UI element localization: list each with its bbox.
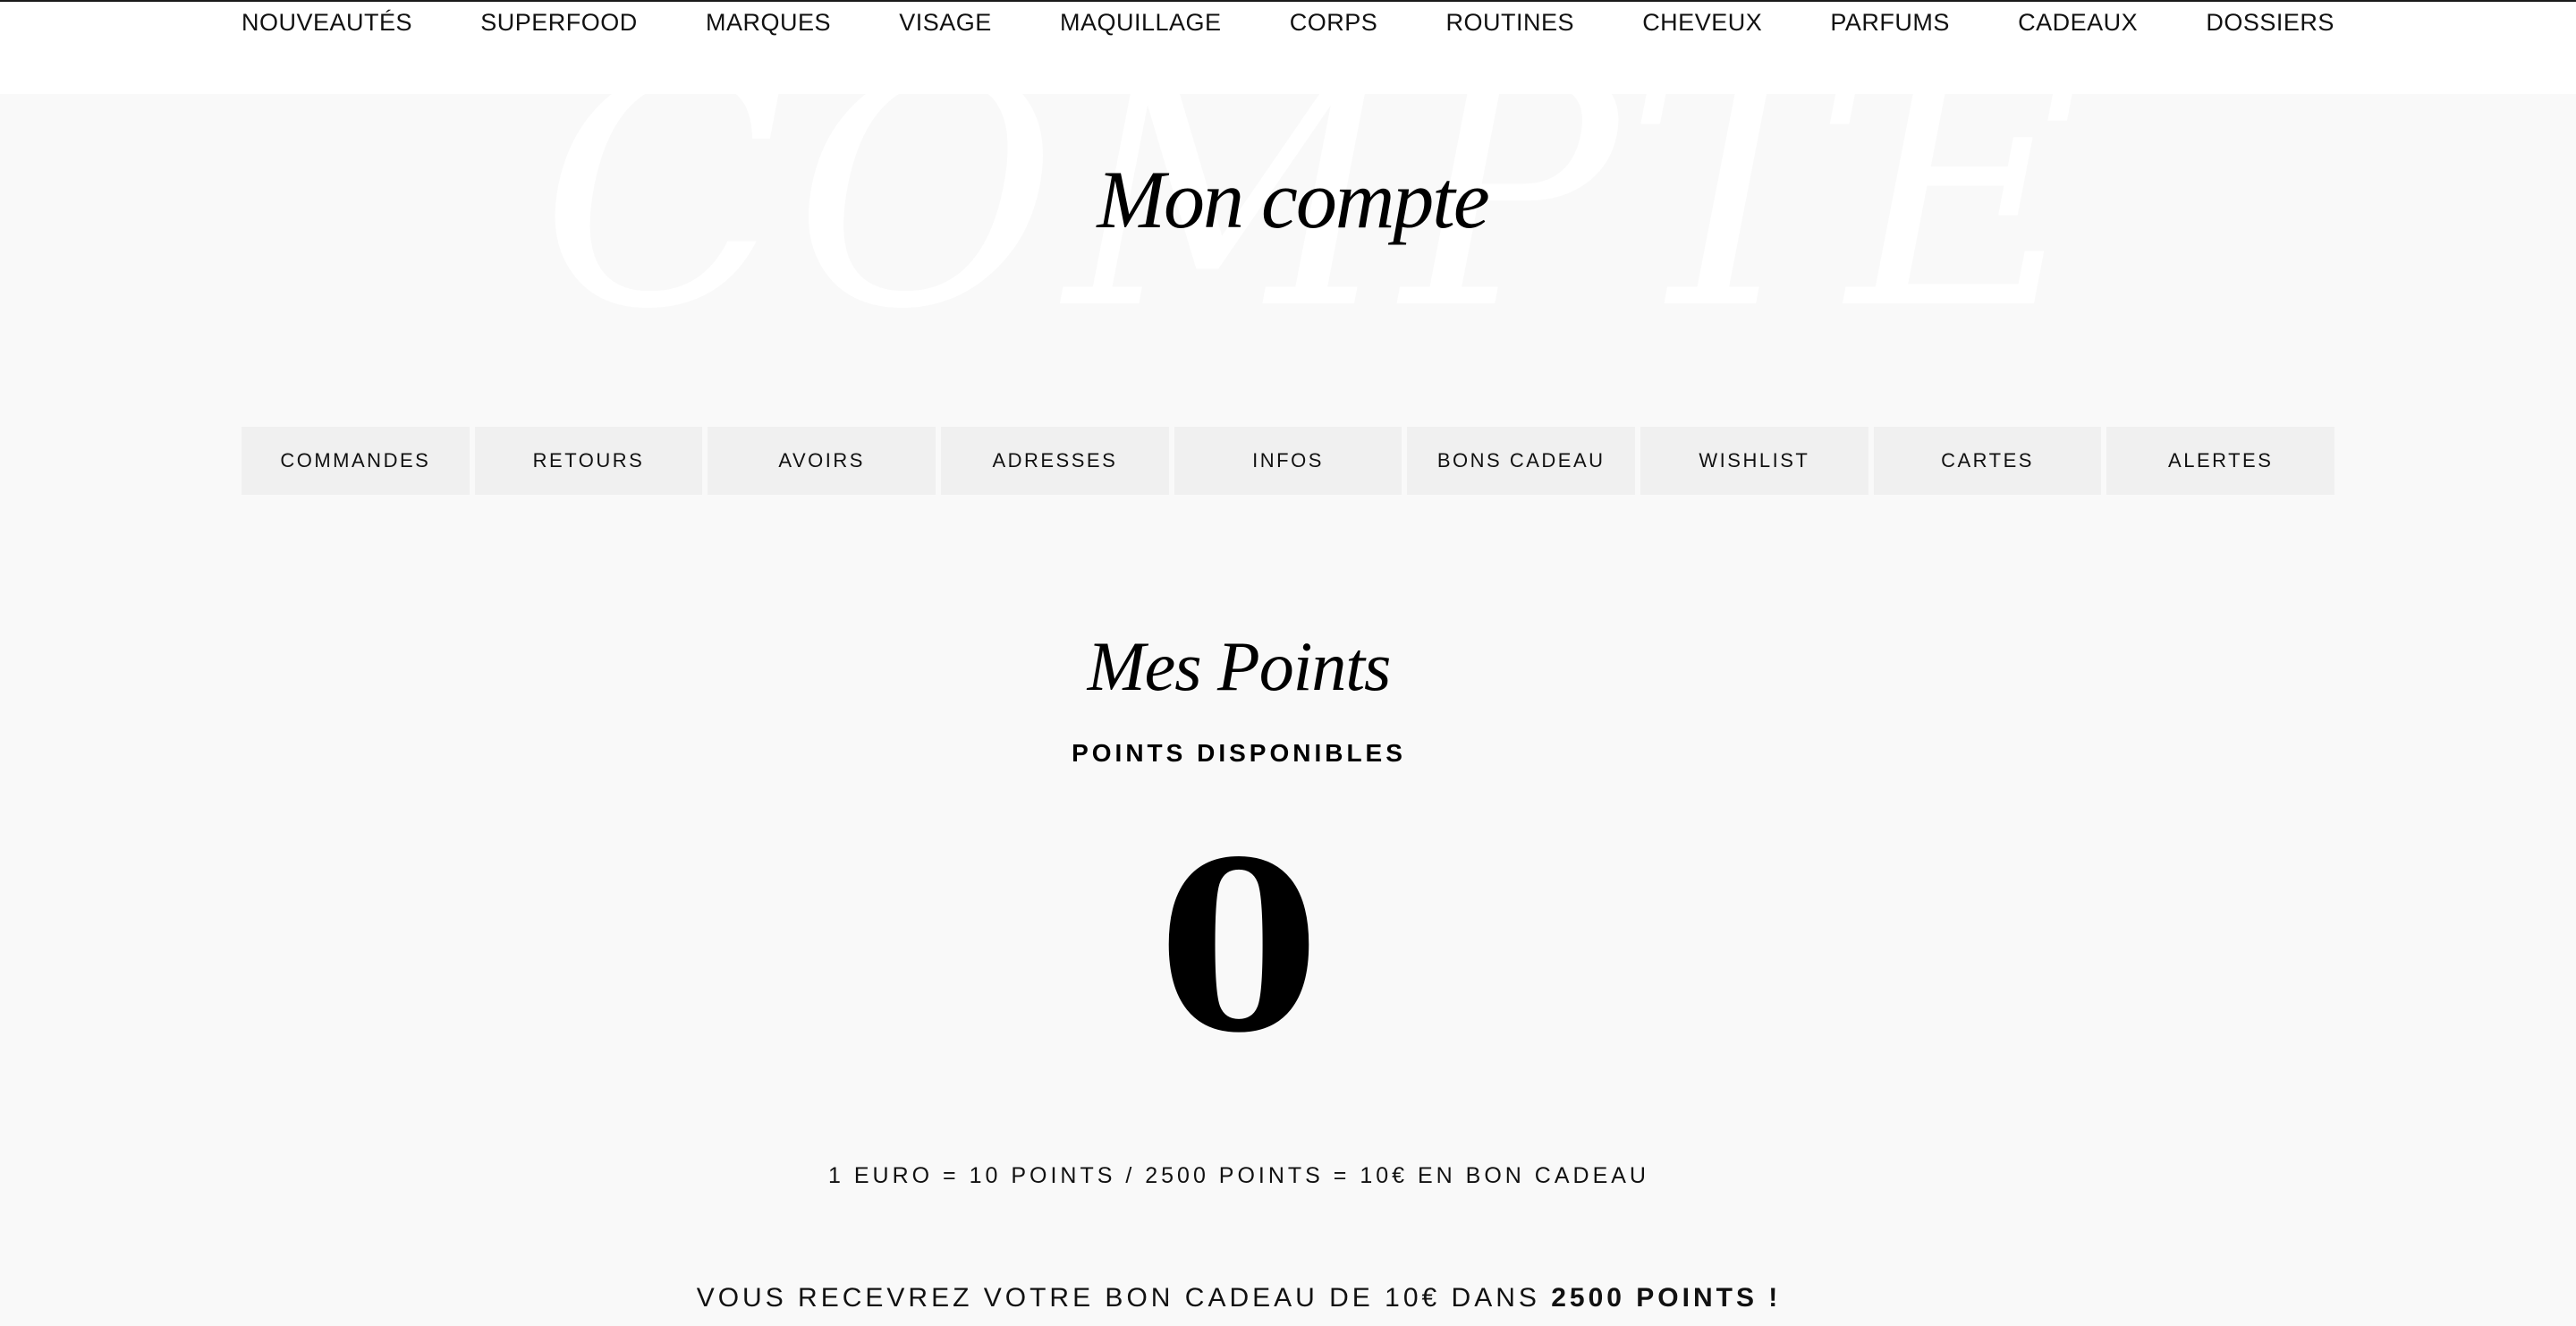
tab-alertes[interactable]: ALERTES — [2106, 427, 2335, 495]
tab-bons-cadeau[interactable]: BONS CADEAU — [1407, 427, 1636, 495]
points-balance-value: 0 — [1157, 812, 1320, 1084]
tab-infos[interactable]: INFOS — [1174, 427, 1402, 495]
points-conversion-rate: 1 EURO = 10 POINTS / 2500 POINTS = 10€ E… — [828, 1163, 1649, 1188]
points-section-title: Mes Points — [1087, 627, 1392, 705]
tab-wishlist[interactable]: WISHLIST — [1640, 427, 1868, 495]
tab-avoirs[interactable]: AVOIRS — [708, 427, 936, 495]
account-tabs: COMMANDES RETOURS AVOIRS ADRESSES INFOS … — [242, 427, 2335, 495]
page-title: Mon compte — [1097, 154, 1489, 245]
voucher-progress-message: VOUS RECEVREZ VOTRE BON CADEAU DE 10€ DA… — [0, 1283, 2576, 1313]
voucher-message-text: VOUS RECEVREZ VOTRE BON CADEAU DE 10€ DA… — [696, 1283, 1552, 1313]
tab-retours[interactable]: RETOURS — [474, 427, 703, 495]
tab-commandes[interactable]: COMMANDES — [242, 427, 470, 495]
tab-adresses[interactable]: ADRESSES — [941, 427, 1169, 495]
tab-cartes[interactable]: CARTES — [1873, 427, 2102, 495]
voucher-points-remaining: 2500 POINTS ! — [1551, 1283, 1782, 1313]
points-available-label: POINTS DISPONIBLES — [1072, 739, 1406, 767]
account-hero: COMPTE Mon compte — [0, 31, 2576, 362]
